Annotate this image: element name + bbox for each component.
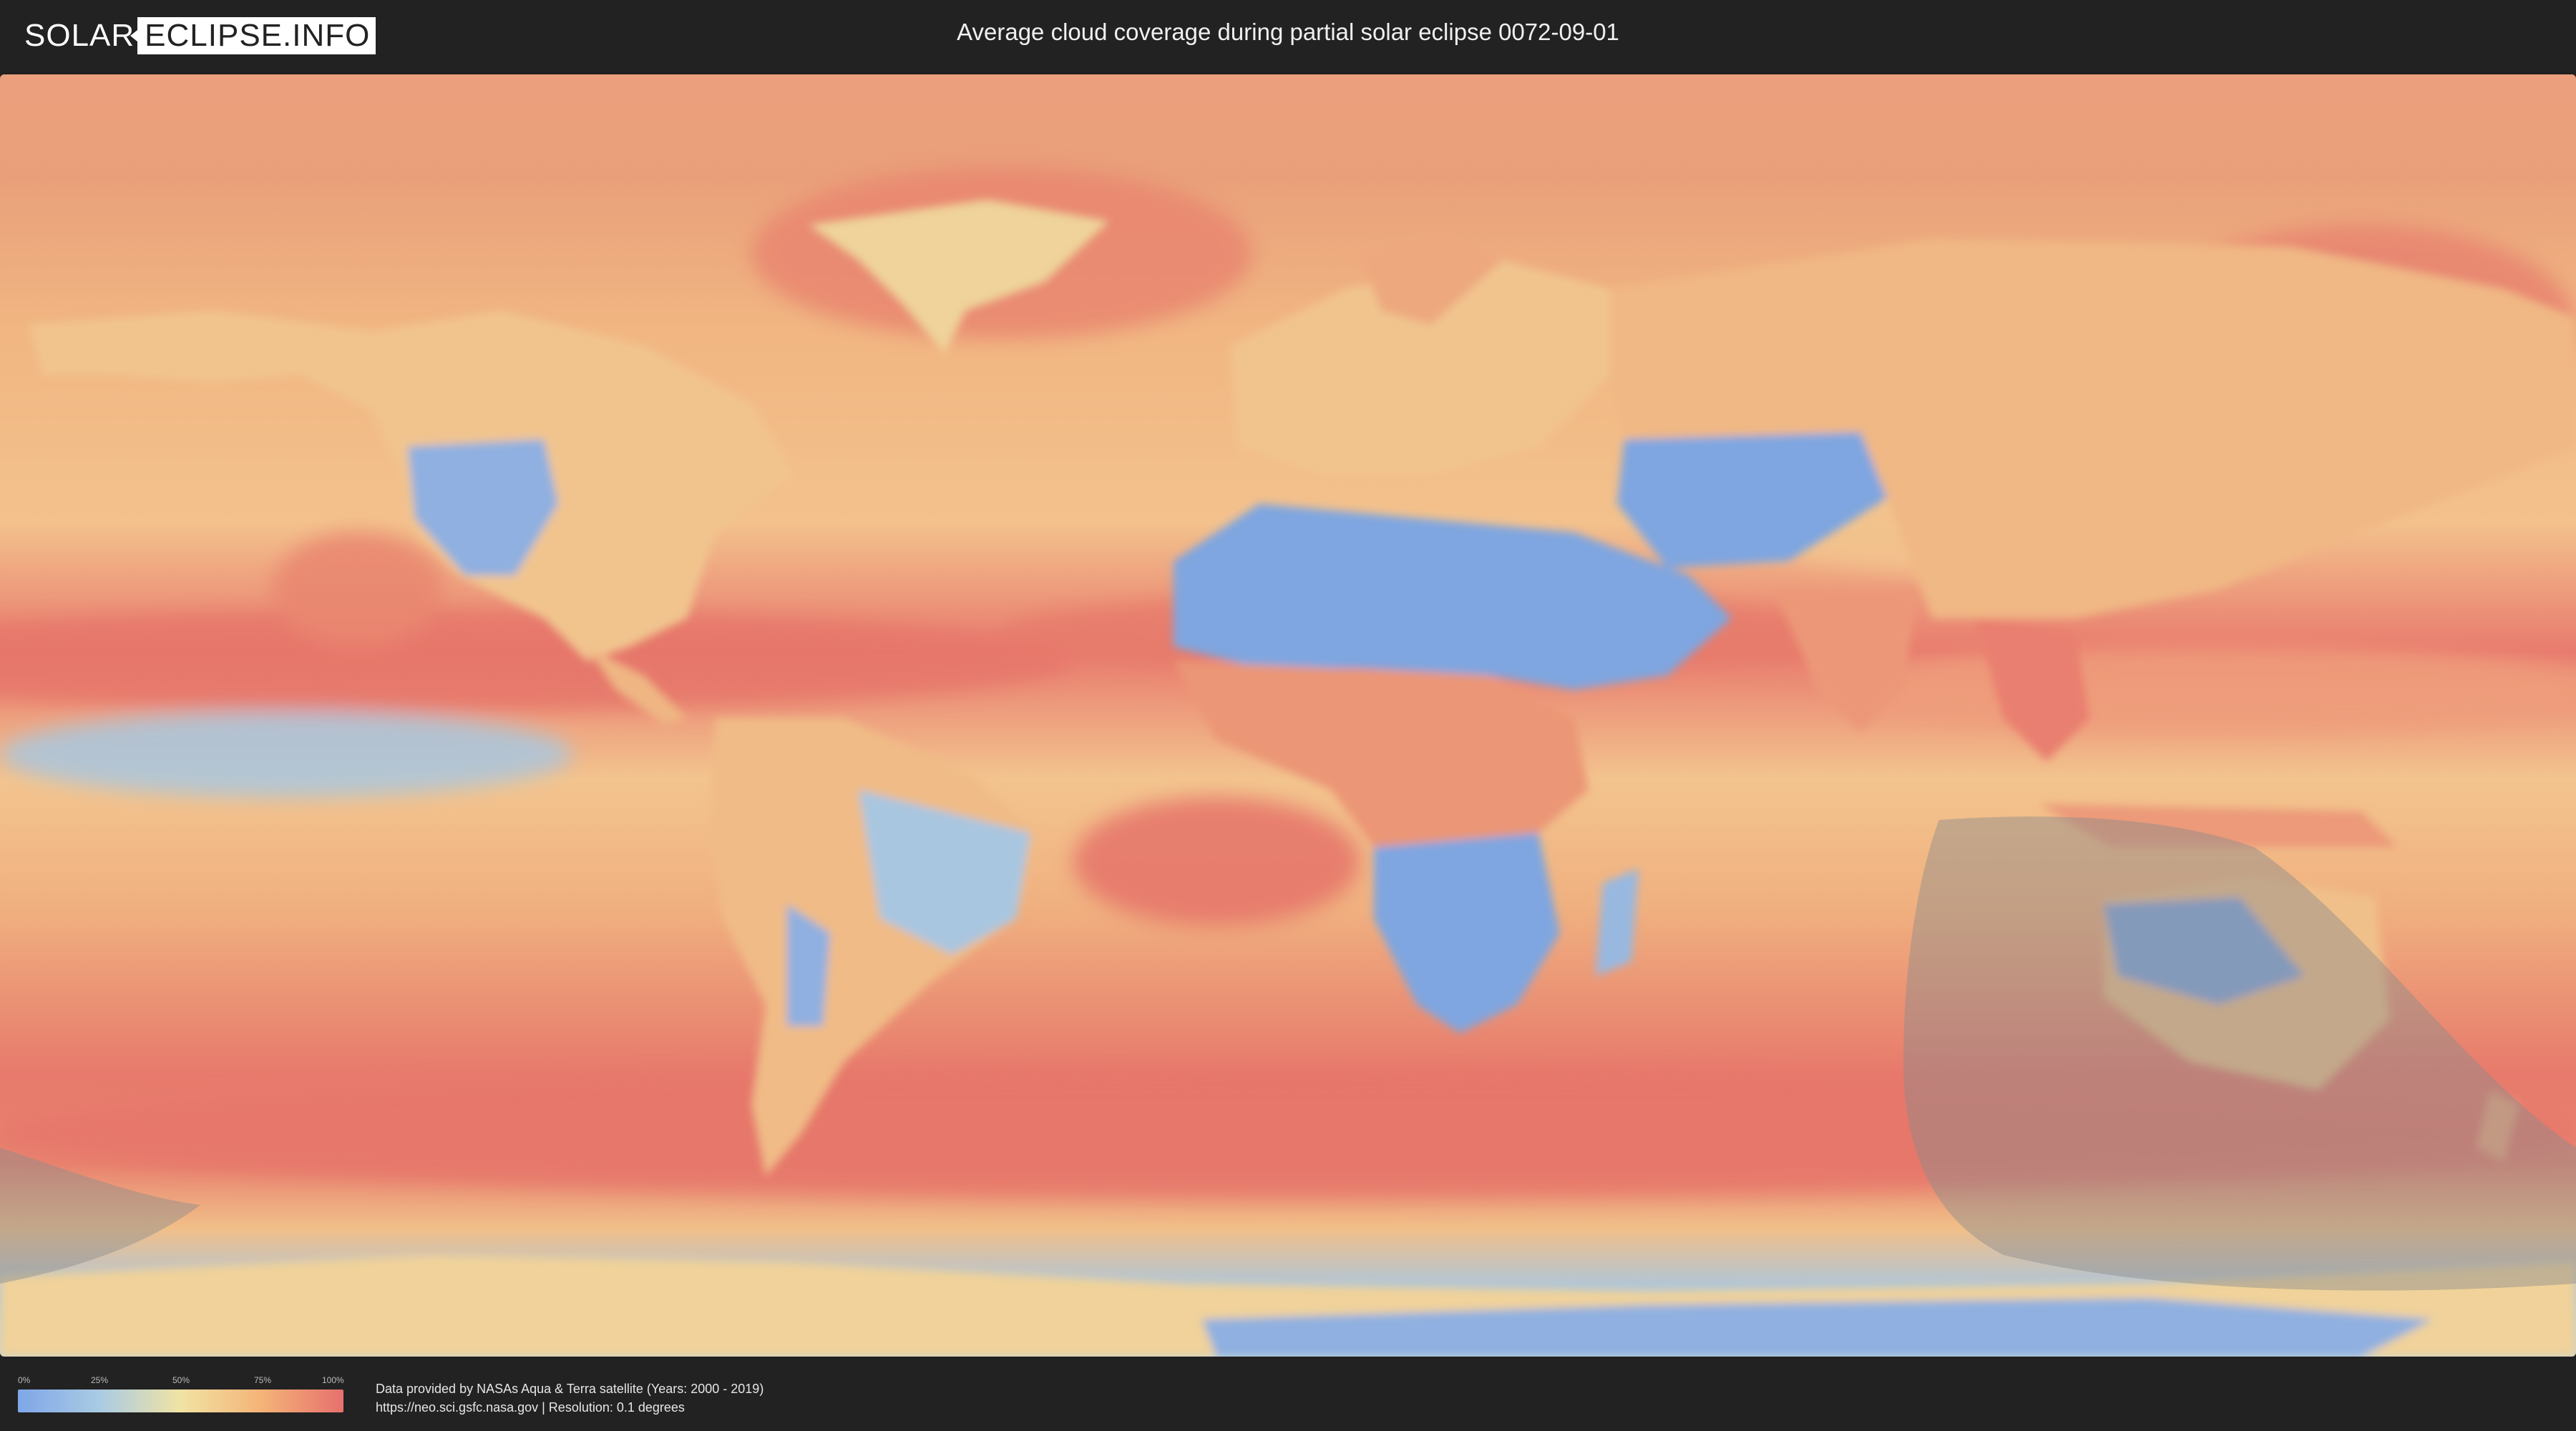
legend-color-bar (18, 1390, 343, 1412)
page-title: Average cloud coverage during partial so… (957, 19, 1619, 45)
legend-tick-50: 50% (172, 1375, 190, 1385)
data-credits: Data provided by NASAs Aqua & Terra sate… (376, 1379, 763, 1417)
footer-bar: 0% 25% 50% 75% 100% Data provided by NAS… (0, 1359, 2576, 1431)
legend-tick-0: 0% (18, 1375, 31, 1385)
header-bar: SOLAR ECLIPSE.INFO Average cloud coverag… (0, 0, 2576, 72)
map-canvas (0, 74, 2576, 1357)
legend-tick-75: 75% (254, 1375, 272, 1385)
app-root: SOLAR ECLIPSE.INFO Average cloud coverag… (0, 0, 2576, 1431)
legend-tick-25: 25% (91, 1375, 109, 1385)
cloud-coverage-legend: 0% 25% 50% 75% 100% (18, 1375, 344, 1417)
cloud-coverage-map[interactable] (0, 74, 2576, 1357)
credit-line-source: Data provided by NASAs Aqua & Terra sate… (376, 1382, 764, 1396)
credit-line-url: https://neo.sci.gsfc.nasa.gov | Resoluti… (376, 1400, 685, 1415)
legend-tick-100: 100% (322, 1375, 344, 1385)
